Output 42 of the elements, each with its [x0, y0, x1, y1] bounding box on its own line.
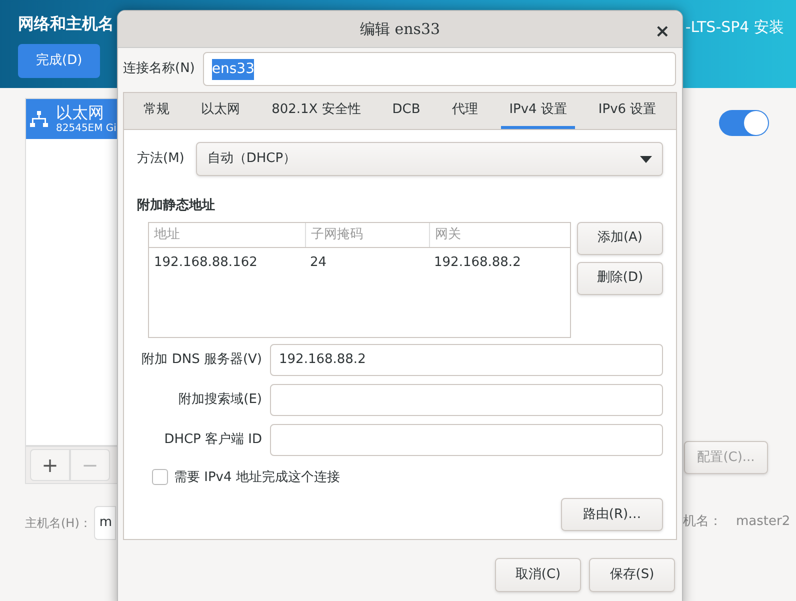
- settings-tab[interactable]: IPv6 设置: [590, 93, 664, 129]
- save-button[interactable]: 保存(S): [589, 558, 675, 592]
- connection-name-label: 连接名称(N): [123, 60, 195, 78]
- delete-address-button[interactable]: 删除(D): [577, 262, 663, 294]
- dialog-title: 编辑 ens33: [360, 18, 440, 40]
- input-field[interactable]: [270, 384, 663, 416]
- network-name: 以太网: [56, 103, 105, 123]
- settings-tab[interactable]: 以太网: [193, 93, 248, 129]
- table-cell-text: 192.168.88.2: [433, 254, 522, 272]
- close-button[interactable]: ×: [654, 18, 670, 45]
- add-address-button[interactable]: 添加(A): [577, 222, 663, 254]
- table-cell-text: 24: [309, 254, 328, 272]
- hostname-label: 主机名(H)：: [25, 515, 92, 532]
- network-detail: 82545EM Gi: [56, 123, 116, 135]
- done-button[interactable]: 完成(D): [18, 44, 100, 78]
- current-hostname: master2: [736, 513, 790, 531]
- page-title: 网络和主机名: [18, 13, 114, 35]
- settings-tab[interactable]: 代理: [444, 93, 486, 129]
- checkbox[interactable]: [152, 469, 168, 486]
- method-dropdown[interactable]: 自动（DHCP）: [196, 142, 663, 176]
- field-label: DHCP 客户端 ID: [163, 430, 262, 449]
- connection-name-field[interactable]: ens33: [202, 52, 676, 86]
- current-hostname-label: 机名：: [683, 513, 722, 531]
- field-label: 附加搜索域(E): [178, 390, 262, 409]
- hostname-field[interactable]: m: [94, 506, 116, 540]
- method-label: 方法(M): [137, 150, 184, 168]
- dropdown-arrow-icon: [640, 156, 652, 162]
- settings-tab[interactable]: DCB: [384, 93, 428, 129]
- cancel-button[interactable]: 取消(C): [495, 558, 581, 592]
- checkbox-label: 需要 IPv4 地址完成这个连接: [174, 468, 340, 486]
- table-cell-text: 192.168.88.162: [153, 254, 258, 272]
- settings-tab[interactable]: IPv4 设置: [501, 93, 575, 129]
- routes-button[interactable]: 路由(R)…: [561, 498, 663, 531]
- add-network-button[interactable]: +: [30, 449, 70, 481]
- section-title: 附加静态地址: [137, 197, 216, 215]
- input-field[interactable]: 192.168.88.2: [270, 344, 663, 376]
- field-label: 附加 DNS 服务器(V): [140, 350, 262, 369]
- input-field[interactable]: [270, 424, 663, 456]
- network-icon: [30, 111, 48, 127]
- settings-tab[interactable]: 802.1X 安全性: [264, 93, 369, 129]
- product-title: -LTS-SP4 安装: [685, 17, 785, 38]
- network-switch[interactable]: [719, 110, 769, 136]
